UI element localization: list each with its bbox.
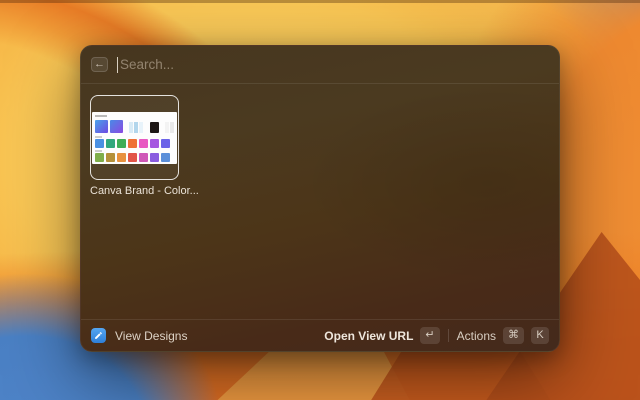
launcher-window: ← C bbox=[80, 45, 560, 352]
color-swatch bbox=[95, 139, 104, 148]
color-swatch bbox=[134, 122, 138, 133]
thumb-palette-swatches bbox=[129, 122, 143, 133]
k-key-badge: K bbox=[531, 327, 549, 344]
grid-item-label: Canva Brand - Color... bbox=[90, 185, 182, 197]
results-grid: Canva Brand - Color... bbox=[81, 85, 559, 319]
thumb-light-swatches bbox=[165, 122, 174, 133]
color-swatch bbox=[106, 153, 115, 162]
action-bar: View Designs Open View URL ↵ Actions ⌘ K bbox=[81, 319, 559, 351]
footer-separator bbox=[448, 329, 449, 342]
extension-title: View Designs bbox=[115, 329, 187, 343]
color-swatch bbox=[150, 153, 159, 162]
actions-menu-button[interactable]: Actions ⌘ K bbox=[457, 327, 549, 344]
color-swatch bbox=[150, 139, 159, 148]
design-thumbnail bbox=[92, 112, 177, 164]
primary-action-button[interactable]: Open View URL ↵ bbox=[324, 327, 439, 344]
command-key-badge: ⌘ bbox=[503, 327, 524, 344]
design-thumbnail-card[interactable] bbox=[90, 95, 179, 180]
text-cursor bbox=[117, 57, 118, 73]
color-swatch bbox=[165, 122, 169, 133]
color-swatch bbox=[139, 139, 148, 148]
color-swatch bbox=[106, 139, 115, 148]
color-swatch bbox=[110, 120, 123, 133]
thumb-gradient-swatches bbox=[95, 120, 123, 133]
search-input[interactable] bbox=[120, 57, 549, 72]
action-bar-right: Open View URL ↵ Actions ⌘ K bbox=[324, 327, 549, 344]
color-swatch bbox=[117, 139, 126, 148]
return-key-badge: ↵ bbox=[420, 327, 439, 344]
color-swatch bbox=[139, 153, 148, 162]
wallpaper-bottom-edge bbox=[0, 0, 640, 3]
thumb-gradient-row bbox=[95, 120, 174, 133]
thumb-color-row-muted bbox=[95, 153, 174, 162]
actions-label: Actions bbox=[457, 329, 496, 343]
primary-action-label: Open View URL bbox=[324, 329, 413, 343]
color-swatch bbox=[95, 120, 108, 133]
action-bar-left: View Designs bbox=[91, 328, 187, 343]
search-bar: ← bbox=[81, 46, 559, 84]
color-swatch bbox=[139, 122, 143, 133]
color-swatch bbox=[129, 122, 133, 133]
color-swatch bbox=[170, 122, 174, 133]
color-swatch bbox=[95, 153, 104, 162]
color-swatch bbox=[128, 153, 137, 162]
thumb-color-row-bright bbox=[95, 139, 174, 148]
color-swatch bbox=[117, 153, 126, 162]
canva-pencil-icon bbox=[91, 328, 106, 343]
thumb-heading-bar bbox=[95, 115, 107, 117]
thumb-label-bar bbox=[95, 136, 102, 138]
back-button[interactable]: ← bbox=[91, 57, 108, 72]
thumb-label-bar bbox=[95, 150, 102, 152]
grid-item-canva-brand[interactable]: Canva Brand - Color... bbox=[90, 95, 182, 197]
arrow-left-icon: ← bbox=[94, 59, 105, 70]
color-swatch bbox=[161, 139, 170, 148]
color-swatch bbox=[161, 153, 170, 162]
color-swatch bbox=[128, 139, 137, 148]
thumb-black-swatch bbox=[150, 122, 159, 133]
